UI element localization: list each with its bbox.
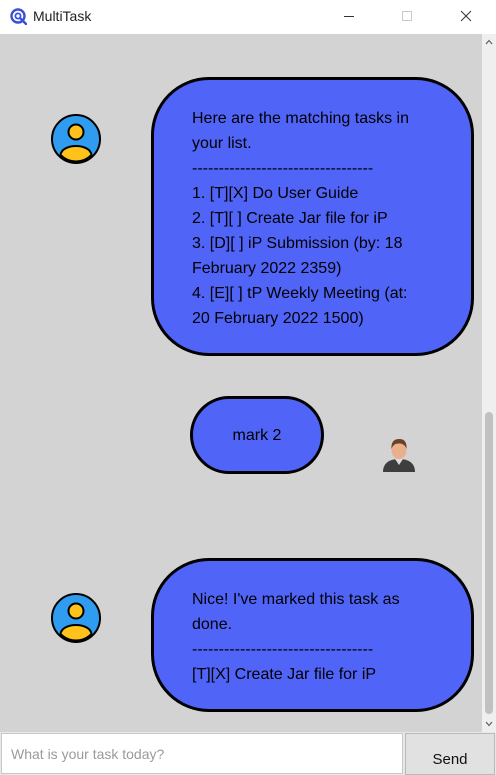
minimize-icon <box>344 16 354 17</box>
task-item-continued: 20 February 2022 1500) <box>192 310 364 327</box>
message-line: Nice! I've marked this task as <box>192 591 400 608</box>
message-line: Here are the matching tasks in <box>192 110 409 127</box>
bot-avatar-icon <box>51 114 101 164</box>
send-button[interactable]: Send <box>405 733 495 775</box>
task-item-continued: February 2022 2359) <box>192 260 342 277</box>
title-bar: MultiTask <box>0 0 496 34</box>
maximize-icon <box>402 11 412 21</box>
chat-scrollbar[interactable] <box>482 34 496 732</box>
task-item: 3. [D][ ] iP Submission (by: 18 <box>192 235 403 252</box>
task-input[interactable] <box>1 733 403 774</box>
task-item: 4. [E][ ] tP Weekly Meeting (at: <box>192 285 408 302</box>
task-item: 1. [T][X] Do User Guide <box>192 185 359 202</box>
user-message-text: mark 2 <box>232 426 282 444</box>
scroll-down-arrow-icon[interactable] <box>485 720 493 728</box>
maximize-button[interactable] <box>384 0 430 32</box>
close-icon <box>460 10 472 22</box>
message-line: your list. <box>192 135 252 152</box>
message-line: done. <box>192 616 233 633</box>
window-title: MultiTask <box>33 8 92 24</box>
task-item: 2. [T][ ] Create Jar file for iP <box>192 210 388 227</box>
bot-avatar-icon <box>51 593 101 643</box>
input-bar: Send <box>0 732 496 775</box>
bot-message-bubble: Here are the matching tasks in your list… <box>151 77 474 356</box>
scroll-up-arrow-icon[interactable] <box>485 38 493 46</box>
task-item: [T][X] Create Jar file for iP <box>192 666 377 683</box>
close-button[interactable] <box>443 0 489 32</box>
app-logo-icon <box>10 8 27 25</box>
message-divider: ---------------------------------- <box>192 160 374 177</box>
user-message-bubble: mark 2 <box>190 396 324 474</box>
message-divider: ---------------------------------- <box>192 641 374 658</box>
chat-panel[interactable]: Here are the matching tasks in your list… <box>0 34 482 732</box>
user-avatar-icon <box>383 439 415 472</box>
minimize-button[interactable] <box>326 0 372 32</box>
scrollbar-thumb[interactable] <box>485 412 493 714</box>
bot-message-bubble: Nice! I've marked this task as done. ---… <box>151 558 474 712</box>
